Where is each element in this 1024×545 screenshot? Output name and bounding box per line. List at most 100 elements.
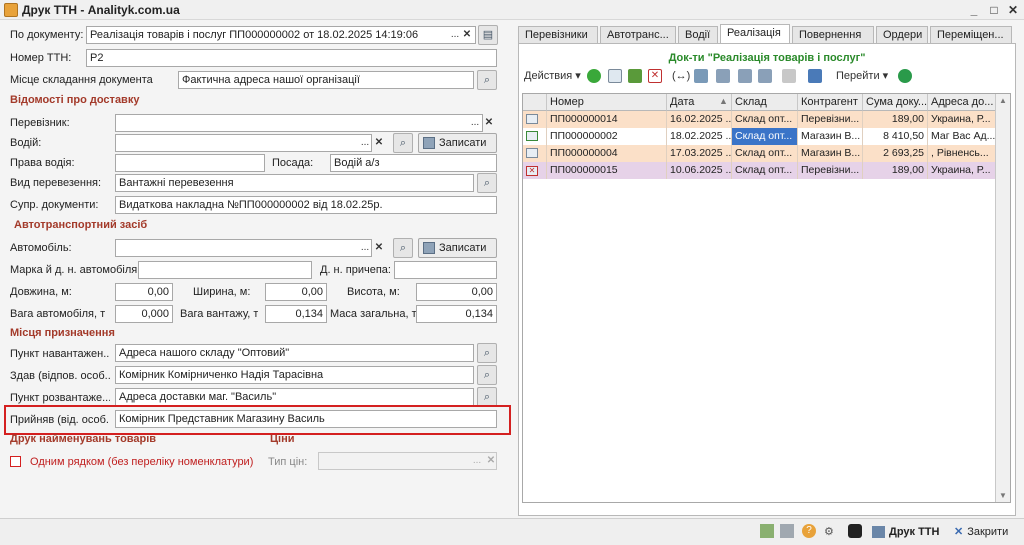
search-icon[interactable]: ⌕ [477,365,497,385]
load-point-field[interactable]: Адреса нашого складу "Оптовий" [115,344,474,362]
clear-icon[interactable]: ✕ [482,115,496,131]
save-driver-button[interactable]: Записати [418,133,497,153]
save-car-button[interactable]: Записати [418,238,497,258]
doc-icon [523,145,547,162]
tab-orders[interactable]: Ордери [876,26,928,44]
search-icon[interactable]: ⌕ [477,343,497,363]
search-icon[interactable]: ⌕ [393,133,413,153]
table-row[interactable]: ПП000000004 17.03.2025 ... Склад опт... … [523,145,996,162]
print-preview-icon[interactable] [780,524,794,538]
copy-icon[interactable] [608,69,622,83]
filter-value-icon[interactable] [738,69,752,83]
goto-menu[interactable]: Перейти ▾ [836,68,888,84]
price-type-label: Тип цін: [268,456,308,468]
col-store[interactable]: Склад [732,94,798,111]
one-line-checkbox[interactable] [10,456,21,467]
unload-point-field[interactable]: Адреса доставки маг. "Василь" [115,388,474,406]
close-button[interactable]: ✕ Закрити [954,524,1008,540]
search-icon[interactable]: ⌕ [477,70,497,90]
handed-label: Здав (відпов. особ... [10,370,110,382]
handed-field[interactable]: Комірник Комірниченко Надія Тарасівна [115,366,474,384]
close-window-button[interactable]: ✕ [1005,2,1021,18]
carrier-field[interactable] [115,114,483,132]
clear-filter-icon[interactable] [782,69,796,83]
select-dots-icon[interactable]: ... [358,135,372,151]
table-row[interactable]: ПП000000002 18.02.2025 ... Склад опт... … [523,128,996,145]
po-doc-field[interactable]: Реалізація товарів і послуг ПП000000002 … [86,26,476,44]
select-dots-icon[interactable]: ... [358,240,372,256]
minimize-button[interactable]: _ [966,2,982,18]
row-number: ПП000000015 [547,162,667,179]
tab-vehicles[interactable]: Автотранс... [600,26,676,44]
report-icon[interactable] [760,524,774,538]
interval-icon[interactable]: (↔) [672,68,690,84]
delivery-section-title: Відомості про доставку [10,94,140,106]
row-number: ПП000000014 [547,111,667,128]
help-icon[interactable]: ? [802,524,816,538]
ttn-number-field[interactable]: Р2 [86,49,497,67]
status-bar: ? ⚙ Друк ТТН ✕ Закрити [0,518,1024,545]
cargo-weight-field[interactable]: 0,134 [265,305,327,323]
delete-icon[interactable]: ✕ [648,69,662,83]
tab-drivers[interactable]: Водії [678,26,718,44]
total-weight-field[interactable]: 0,134 [416,305,497,323]
gear-icon[interactable]: ⚙ [824,524,834,540]
scroll-down-icon[interactable]: ▼ [999,491,1007,500]
carrier-label: Перевізник: [10,117,70,129]
actions-menu[interactable]: Действия ▾ [524,68,581,84]
tab-carriers[interactable]: Перевізники [518,26,598,44]
length-field[interactable]: 0,00 [115,283,173,301]
row-date: 17.03.2025 ... [667,145,732,162]
refresh-icon[interactable] [898,69,912,83]
select-dots-icon[interactable]: ... [470,453,484,469]
clear-icon[interactable]: ✕ [460,27,474,43]
vertical-scrollbar[interactable]: ▲ ▼ [995,94,1010,502]
select-dots-icon[interactable]: ... [468,115,482,131]
col-address[interactable]: Адреса до... [928,94,996,111]
filter-list-icon[interactable] [758,69,772,83]
tab-returns[interactable]: Повернення [792,26,874,44]
load-point-label: Пункт навантажен... [10,348,110,360]
table-row[interactable]: ✕ ПП000000015 10.06.2025 ... Склад опт..… [523,162,996,179]
edit-icon[interactable] [628,69,642,83]
find-icon[interactable] [694,69,708,83]
vehicle-section-title: Автотранспортний засіб [14,219,148,231]
print-ttn-button[interactable]: Друк ТТН [872,524,939,540]
height-field[interactable]: 0,00 [416,283,497,301]
row-store: Склад опт... [732,128,798,145]
col-icon-header [523,94,547,111]
car-field[interactable] [115,239,372,257]
license-field[interactable] [115,154,265,172]
search-icon[interactable]: ⌕ [393,238,413,258]
width-field[interactable]: 0,00 [265,283,327,301]
document-icon[interactable]: ▤ [478,25,498,45]
transport-type-field[interactable]: Вантажні перевезення [115,174,474,192]
place-field[interactable]: Фактична адреса нашої організації [178,71,474,89]
tab-transfers[interactable]: Переміщен... [930,26,1012,44]
search-icon[interactable]: ⌕ [477,173,497,193]
filter-icon[interactable] [716,69,730,83]
car-model-field[interactable] [138,261,312,279]
settings-icon[interactable] [848,524,862,538]
print-icon[interactable] [808,69,822,83]
trailer-field[interactable] [394,261,497,279]
driver-field[interactable] [115,134,372,152]
save-icon [423,137,435,149]
car-weight-label: Вага автомобіля, т [10,308,106,320]
clear-icon[interactable]: ✕ [484,453,498,469]
position-field[interactable]: Водій а/з [330,154,497,172]
maximize-button[interactable]: □ [986,2,1002,18]
col-partner[interactable]: Контрагент [798,94,863,111]
clear-icon[interactable]: ✕ [372,135,386,151]
scroll-up-icon[interactable]: ▲ [999,96,1007,105]
add-icon[interactable] [587,69,601,83]
tab-sales[interactable]: Реалізація [720,24,790,44]
search-icon[interactable]: ⌕ [477,387,497,407]
car-weight-field[interactable]: 0,000 [115,305,173,323]
accomp-docs-field[interactable]: Видаткова накладна №ПП000000002 від 18.0… [115,196,497,214]
table-row[interactable]: ПП000000014 16.02.2025 ... Склад опт... … [523,111,996,128]
col-number[interactable]: Номер [547,94,667,111]
col-sum[interactable]: Сума доку... [863,94,928,111]
doc-deleted-icon: ✕ [523,162,547,179]
clear-icon[interactable]: ✕ [372,240,386,256]
